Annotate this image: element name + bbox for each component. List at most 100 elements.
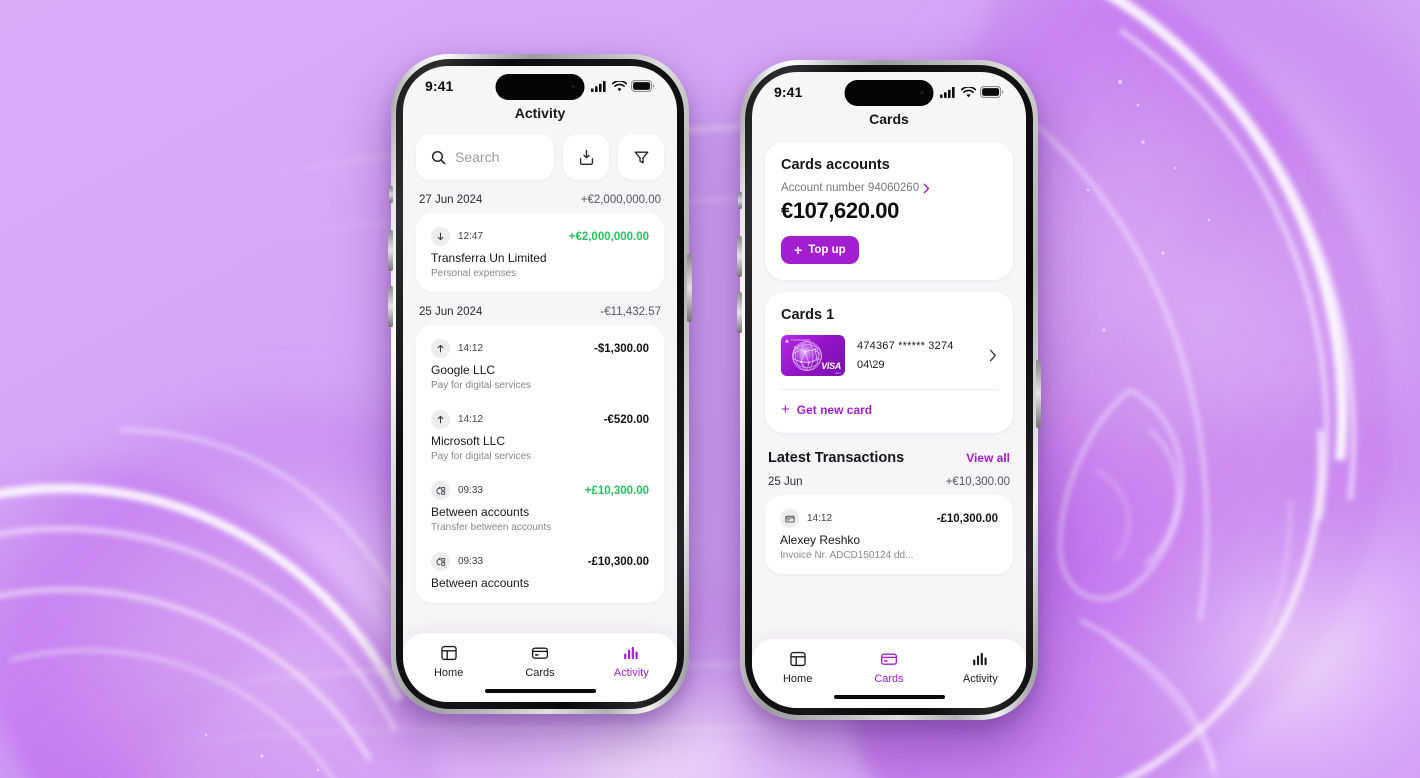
background-artwork [0, 0, 1420, 778]
transaction-group: 25 Jun 2024 -€11,432.57 14:12 -$1,300.00… [403, 292, 677, 603]
account-balance: €107,620.00 [781, 198, 899, 223]
bar-chart-icon [973, 652, 987, 666]
transaction-description: Transfer between accounts [431, 522, 552, 533]
tab-bar: Home Cards Activity [403, 633, 677, 702]
battery-icon [631, 80, 655, 92]
cards-list-panel: Cards 1 TRANSFERRA VISA debit 474367 ***… [765, 292, 1013, 433]
get-new-card-button[interactable]: + Get new card [781, 402, 997, 417]
wifi-icon [612, 80, 627, 91]
tab-home[interactable]: Home [403, 642, 494, 683]
top-up-button[interactable]: + Top up [781, 236, 859, 264]
tab-activity[interactable]: Activity [586, 642, 677, 683]
table-row[interactable]: 14:12 -$1,300.00 Google LLC Pay for digi… [416, 329, 664, 400]
chevron-right-icon [923, 183, 930, 193]
table-row[interactable]: 09:33 -£10,300.00 Between accounts [416, 542, 664, 599]
home-layout-icon [440, 645, 457, 661]
cards-account-panel: Cards accounts Account number 94060260 €… [765, 142, 1013, 280]
account-number-row[interactable]: Account number 94060260 [781, 182, 997, 194]
transaction-name: Alexey Reshko [780, 533, 861, 547]
tab-label: Activity [962, 673, 998, 685]
search-input[interactable]: Search [416, 134, 554, 180]
transaction-name: Between accounts [431, 505, 530, 519]
cellular-signal-icon [940, 86, 955, 98]
transaction-description: Pay for digital services [431, 451, 532, 462]
power-button[interactable] [687, 254, 692, 322]
group-total: +€10,300.00 [945, 476, 1010, 488]
tab-label: Home [433, 667, 464, 679]
mute-switch[interactable] [389, 186, 393, 203]
volume-down-button[interactable] [737, 292, 742, 333]
plus-icon: + [794, 242, 803, 258]
export-button[interactable] [563, 134, 609, 180]
transaction-card: 14:12 -£10,300.00 Alexey Reshko Invoice … [765, 495, 1013, 574]
panel-title: Cards 1 [781, 307, 835, 323]
top-up-label: Top up [808, 244, 846, 256]
visa-sublabel: debit [835, 372, 841, 375]
status-time: 9:41 [425, 78, 454, 94]
power-button[interactable] [1036, 360, 1041, 428]
filter-funnel-icon [634, 151, 648, 163]
transaction-amount: +€2,000,000.00 [568, 230, 649, 243]
page-title: Activity [514, 105, 566, 121]
divider [781, 389, 997, 390]
group-total: +€2,000,000.00 [580, 194, 661, 206]
transaction-name: Transferra Un Limited [431, 251, 547, 265]
bar-chart-icon [624, 646, 638, 660]
tab-label: Activity [613, 667, 649, 679]
view-all-link[interactable]: View all [966, 451, 1010, 465]
visa-logo: VISA [821, 361, 841, 371]
dynamic-island [844, 80, 934, 106]
card-icon [880, 653, 898, 665]
activity-scroll-area[interactable]: Search 27 Jun 2024 +€2,000,000.00 12:47 … [403, 130, 677, 633]
cellular-signal-icon [591, 80, 606, 92]
transaction-time: 14:12 [458, 343, 484, 354]
transaction-description: Invoice Nr. ADCD150124 dd... [780, 550, 914, 561]
panel-title: Cards accounts [781, 157, 890, 173]
home-layout-icon [789, 651, 806, 667]
phone-cards: 9:41 Cards Cards accounts Account number… [737, 60, 1041, 720]
transaction-name: Microsoft LLC [431, 434, 506, 448]
phone-cards-screen: 9:41 Cards Cards accounts Account number… [752, 72, 1026, 708]
cards-scroll-area[interactable]: Cards accounts Account number 94060260 €… [752, 136, 1026, 639]
volume-down-button[interactable] [388, 286, 393, 327]
card-brand-mark: TRANSFERRA [785, 338, 811, 343]
group-date: 25 Jun [768, 476, 803, 488]
transaction-time: 09:33 [458, 556, 484, 567]
status-bar: 9:41 [752, 72, 1026, 108]
account-number-label: Account number 94060260 [781, 182, 920, 194]
dynamic-island [495, 74, 585, 100]
card-icon [780, 509, 799, 528]
table-row[interactable]: 12:47 +€2,000,000.00 Transferra Un Limit… [416, 217, 664, 288]
status-bar: 9:41 [403, 66, 677, 102]
background [0, 0, 1420, 778]
page-title: Cards [869, 111, 909, 127]
home-indicator[interactable] [484, 689, 596, 693]
tab-home[interactable]: Home [752, 648, 843, 689]
volume-up-button[interactable] [737, 236, 742, 277]
table-row[interactable]: 14:12 -£10,300.00 Alexey Reshko Invoice … [765, 499, 1013, 570]
card-artwork: TRANSFERRA VISA debit [781, 335, 845, 376]
tab-activity[interactable]: Activity [935, 648, 1026, 689]
home-indicator[interactable] [833, 695, 945, 699]
transaction-card: 14:12 -$1,300.00 Google LLC Pay for digi… [416, 325, 664, 603]
tab-cards[interactable]: Cards [843, 648, 934, 689]
download-icon [579, 149, 593, 165]
group-header: 25 Jun 2024 -€11,432.57 [403, 292, 677, 325]
list-item[interactable]: TRANSFERRA VISA debit 474367 ****** 3274… [781, 335, 997, 376]
table-row[interactable]: 14:12 -€520.00 Microsoft LLC Pay for dig… [416, 400, 664, 471]
search-placeholder: Search [455, 149, 500, 165]
transaction-name: Between accounts [431, 576, 530, 590]
tab-cards[interactable]: Cards [494, 642, 585, 683]
phone-activity-screen: 9:41 Activity Search 27 Jun 2024 +€2,000… [403, 66, 677, 702]
tab-label: Cards [874, 673, 904, 685]
volume-up-button[interactable] [388, 230, 393, 271]
mute-switch[interactable] [738, 192, 742, 209]
card-icon [531, 647, 549, 659]
chevron-right-icon[interactable] [989, 349, 997, 362]
transaction-description: Pay for digital services [431, 380, 532, 391]
table-row[interactable]: 09:33 +£10,300.00 Between accounts Trans… [416, 471, 664, 542]
transaction-amount: -€520.00 [603, 413, 649, 426]
transaction-amount: -£10,300.00 [936, 512, 998, 525]
filter-button[interactable] [618, 134, 664, 180]
group-total: -€11,432.57 [600, 306, 661, 318]
